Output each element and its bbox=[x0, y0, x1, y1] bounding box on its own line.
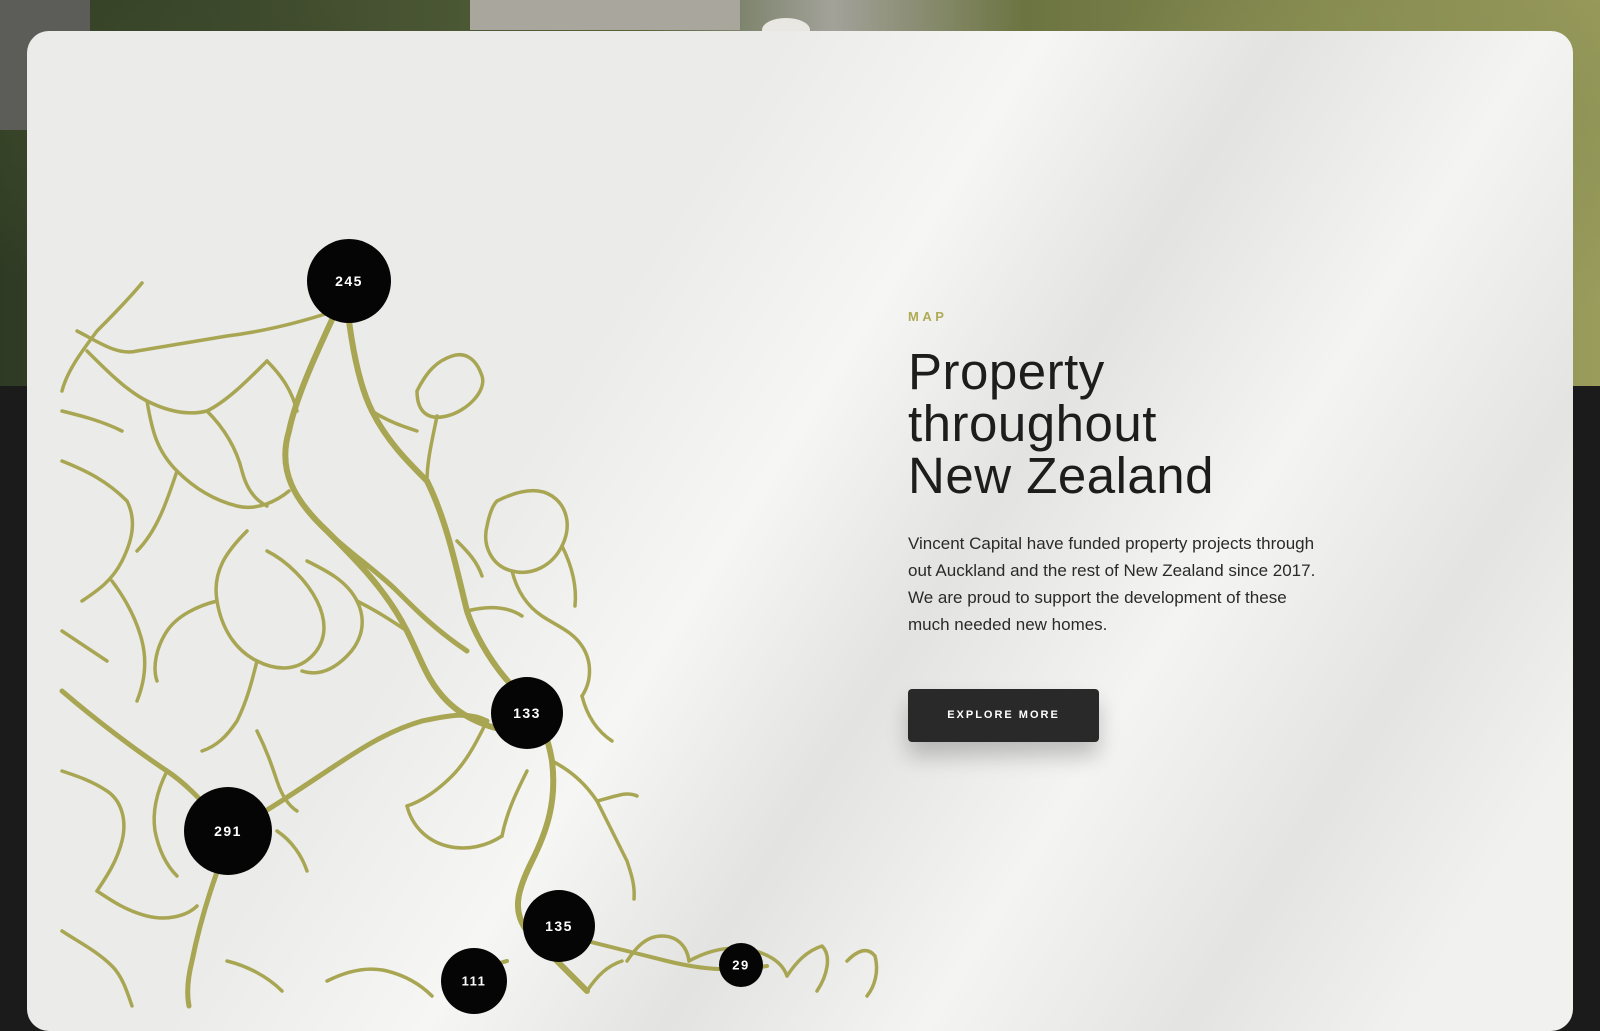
map-marker-count: 111 bbox=[462, 974, 487, 989]
map-marker-count: 245 bbox=[335, 273, 363, 289]
map-marker[interactable]: 135 bbox=[523, 890, 595, 962]
map-section-card: 245 133 291 135 111 29 MAP Property thro… bbox=[27, 31, 1573, 1031]
map-marker-count: 291 bbox=[214, 823, 242, 839]
map-marker-count: 135 bbox=[545, 918, 573, 934]
section-title: Property throughout New Zealand bbox=[908, 346, 1348, 502]
map-section-content: MAP Property throughout New Zealand Vinc… bbox=[908, 309, 1348, 742]
map-marker[interactable]: 291 bbox=[184, 787, 272, 875]
section-eyebrow: MAP bbox=[908, 309, 948, 324]
road-network bbox=[59, 280, 879, 1009]
section-description: Vincent Capital have funded property pro… bbox=[908, 534, 1316, 634]
map-marker-count: 133 bbox=[513, 705, 541, 721]
section-title-line: Property bbox=[908, 343, 1105, 400]
map-marker[interactable]: 245 bbox=[307, 239, 391, 323]
map-marker[interactable]: 29 bbox=[719, 943, 763, 987]
section-title-line: New Zealand bbox=[908, 447, 1214, 504]
map-marker-count: 29 bbox=[732, 958, 749, 973]
garden-path bbox=[470, 0, 740, 30]
explore-more-button[interactable]: EXPLORE MORE bbox=[908, 689, 1099, 742]
property-map: 245 133 291 135 111 29 bbox=[59, 239, 879, 1014]
section-title-line: throughout bbox=[908, 395, 1157, 452]
map-marker[interactable]: 111 bbox=[441, 948, 507, 1014]
map-marker[interactable]: 133 bbox=[491, 677, 563, 749]
